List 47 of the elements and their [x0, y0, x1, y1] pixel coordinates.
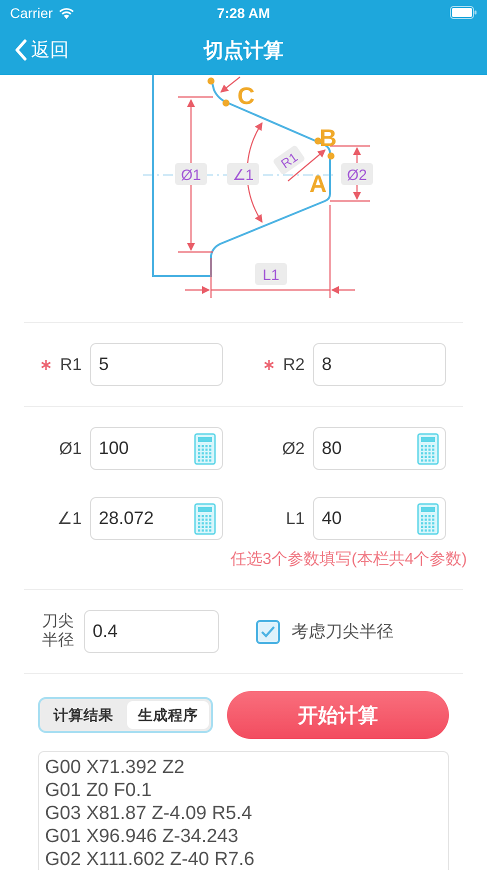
- field-label: R2: [283, 354, 305, 374]
- dimension-label: L1: [255, 263, 287, 285]
- input-field[interactable]: 40: [312, 497, 446, 540]
- check-icon: [260, 624, 276, 638]
- field-label: Ø2: [282, 438, 305, 458]
- code-line: G01 Z0 F0.1: [45, 779, 153, 802]
- point-label: B: [319, 125, 337, 152]
- point-label: C: [237, 83, 255, 110]
- calculator-icon[interactable]: [194, 432, 216, 464]
- input-field[interactable]: 100: [90, 427, 223, 470]
- wifi-icon: [58, 6, 75, 18]
- input-field[interactable]: 0.4: [84, 610, 219, 653]
- input-field[interactable]: 5: [90, 343, 223, 386]
- point-label: A: [309, 171, 327, 198]
- code-line: G02 X111.602 Z-40 R7.6: [45, 848, 256, 870]
- hint-text: 任选3个参数填写(本栏共4个参数): [230, 550, 467, 570]
- field-label: ∠1: [57, 508, 82, 528]
- code-line: G01 X96.946 Z-34.243: [45, 825, 240, 848]
- battery-icon: [450, 6, 477, 19]
- dimension-label: Ø2: [341, 163, 373, 185]
- input-field[interactable]: 28.072: [90, 497, 223, 540]
- input-field[interactable]: 8: [312, 343, 446, 386]
- calculator-icon[interactable]: [194, 502, 216, 534]
- input-field[interactable]: 80: [312, 427, 446, 470]
- field-label: R1: [60, 354, 82, 374]
- carrier-name: Carrier: [10, 4, 53, 20]
- tangent-point: [222, 100, 230, 106]
- calculator-icon[interactable]: [417, 502, 439, 534]
- checkbox[interactable]: [256, 620, 280, 644]
- status-time: 7:28 AM: [216, 4, 270, 20]
- calculator-icon[interactable]: [417, 432, 439, 464]
- segment-tab[interactable]: 计算结果: [42, 701, 124, 729]
- dimension-label: Ø1: [175, 163, 207, 185]
- field-label: 刀尖半径: [42, 613, 75, 650]
- field-label: Ø1: [59, 438, 82, 458]
- field-label: L1: [286, 508, 305, 528]
- tangent-point: [314, 138, 322, 144]
- checkbox-label[interactable]: 考虑刀尖半径: [292, 620, 394, 643]
- page-title: 切点计算: [204, 38, 284, 64]
- segment-tab[interactable]: 生成程序: [126, 701, 209, 729]
- chevron-left-icon: [14, 39, 27, 61]
- dimension-label: R1: [272, 144, 306, 176]
- code-line: G00 X71.392 Z2: [45, 756, 186, 779]
- code-line: G03 X81.87 Z-4.09 R5.4: [45, 802, 254, 825]
- tangent-point: [208, 78, 214, 84]
- dimension-label: ∠1: [227, 163, 259, 185]
- tangent-point: [328, 152, 334, 160]
